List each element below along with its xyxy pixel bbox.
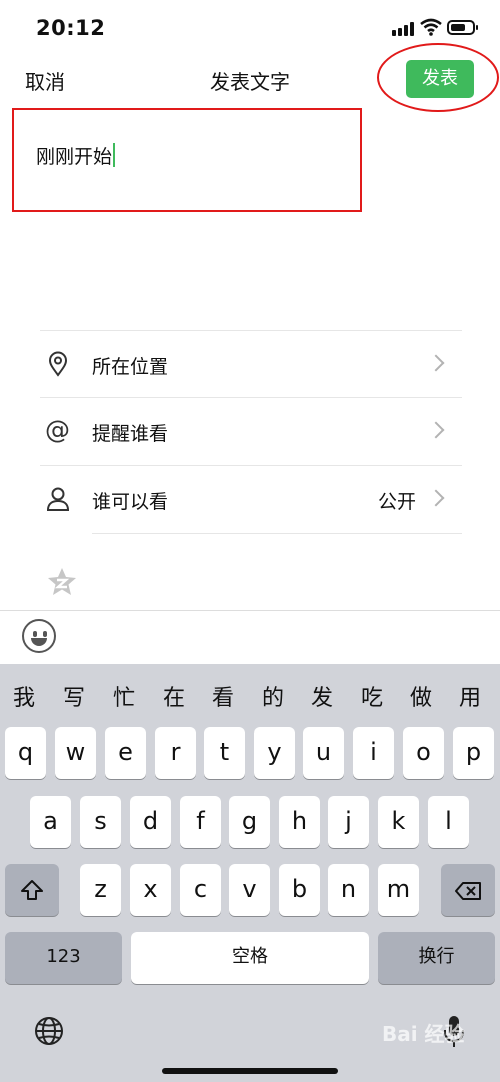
status-time: 20:12: [36, 16, 106, 40]
battery-icon: [447, 20, 478, 35]
candidate-word[interactable]: 用: [455, 680, 485, 712]
shift-key[interactable]: [5, 864, 59, 916]
key-e[interactable]: e: [105, 727, 146, 779]
chevron-right-icon: [427, 489, 445, 507]
home-indicator: [162, 1068, 338, 1074]
key-d[interactable]: d: [130, 796, 171, 848]
key-c[interactable]: c: [180, 864, 221, 916]
candidate-word[interactable]: 写: [59, 680, 89, 712]
compose-text-area[interactable]: 刚刚开始: [12, 108, 362, 212]
chevron-right-icon: [427, 421, 445, 439]
post-button[interactable]: 发表: [406, 60, 474, 98]
option-remind-label: 提醒谁看: [92, 423, 169, 445]
qzone-star-icon[interactable]: [46, 566, 78, 598]
key-j[interactable]: j: [328, 796, 369, 848]
key-k[interactable]: k: [378, 796, 419, 848]
key-u[interactable]: u: [303, 727, 344, 779]
key-a[interactable]: a: [30, 796, 71, 848]
candidate-word[interactable]: 做: [406, 680, 436, 712]
cancel-button[interactable]: 取消: [25, 66, 65, 95]
key-v[interactable]: v: [229, 864, 270, 916]
at-sign-icon: @: [45, 415, 70, 444]
numbers-key[interactable]: 123: [5, 932, 122, 984]
option-visibility-label: 谁可以看: [92, 491, 169, 513]
key-n[interactable]: n: [328, 864, 369, 916]
key-l[interactable]: l: [428, 796, 469, 848]
microphone-icon[interactable]: [442, 1014, 466, 1050]
shift-arrow-icon: [21, 880, 43, 900]
candidate-word[interactable]: 吃: [357, 680, 387, 712]
key-y[interactable]: y: [254, 727, 295, 779]
key-m[interactable]: m: [378, 864, 419, 916]
person-icon: [46, 487, 70, 511]
cellular-signal-icon: [392, 22, 414, 36]
option-location-label: 所在位置: [92, 356, 169, 378]
candidate-word[interactable]: 忙: [109, 680, 139, 712]
option-visibility-value: 公开: [377, 491, 416, 513]
status-bar: 20:12: [0, 0, 500, 56]
space-key[interactable]: 空格: [131, 932, 369, 984]
key-z[interactable]: z: [80, 864, 121, 916]
keyboard: 我 写 忙 在 看 的 发 吃 做 用 q w e r t y u i o p …: [0, 664, 500, 1082]
candidate-word[interactable]: 的: [258, 680, 288, 712]
emoji-icon[interactable]: [22, 619, 56, 653]
location-pin-icon: [48, 351, 68, 377]
key-f[interactable]: f: [180, 796, 221, 848]
key-x[interactable]: x: [130, 864, 171, 916]
key-h[interactable]: h: [279, 796, 320, 848]
key-t[interactable]: t: [204, 727, 245, 779]
candidate-word[interactable]: 看: [208, 680, 238, 712]
key-b[interactable]: b: [279, 864, 320, 916]
backspace-icon: [455, 882, 481, 900]
key-r[interactable]: r: [155, 727, 196, 779]
compose-text-value: 刚刚开始: [36, 146, 113, 168]
chevron-right-icon: [427, 354, 445, 372]
option-visibility[interactable]: 谁可以看 公开: [40, 466, 462, 532]
key-p[interactable]: p: [453, 727, 494, 779]
candidate-word[interactable]: 在: [159, 680, 189, 712]
key-s[interactable]: s: [80, 796, 121, 848]
wifi-icon: [420, 18, 442, 36]
divider: [92, 533, 462, 534]
candidate-word[interactable]: 我: [9, 680, 39, 712]
candidate-bar: 我 写 忙 在 看 的 发 吃 做 用: [0, 664, 500, 722]
key-i[interactable]: i: [353, 727, 394, 779]
key-q[interactable]: q: [5, 727, 46, 779]
candidate-word[interactable]: 发: [307, 680, 337, 712]
key-g[interactable]: g: [229, 796, 270, 848]
option-remind[interactable]: @ 提醒谁看: [40, 398, 462, 464]
globe-icon[interactable]: [34, 1016, 64, 1046]
key-w[interactable]: w: [55, 727, 96, 779]
compose-text: 刚刚开始: [36, 142, 116, 169]
return-key[interactable]: 换行: [378, 932, 495, 984]
backspace-key[interactable]: [441, 864, 495, 916]
option-location[interactable]: 所在位置: [40, 331, 462, 397]
input-toolbar: [0, 610, 500, 664]
key-o[interactable]: o: [403, 727, 444, 779]
text-caret: [113, 143, 116, 167]
